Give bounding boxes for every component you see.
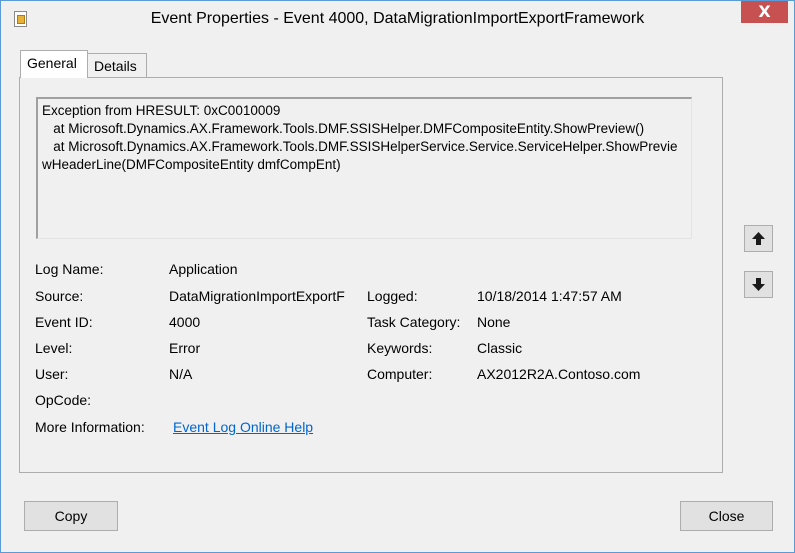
tab-details[interactable]: Details	[87, 53, 147, 79]
log-name-value: Application	[169, 261, 238, 277]
computer-value: AX2012R2A.Contoso.com	[477, 366, 641, 382]
event-description[interactable]: Exception from HRESULT: 0xC0010009 at Mi…	[36, 97, 692, 239]
more-info-label: More Information:	[35, 419, 145, 435]
keywords-label: Keywords:	[367, 340, 433, 356]
source-value: DataMigrationImportExportF	[169, 288, 345, 304]
title-bar: Event Properties - Event 4000, DataMigra…	[1, 1, 794, 37]
event-id-label: Event ID:	[35, 314, 93, 330]
close-window-button[interactable]: X	[741, 1, 788, 23]
level-value: Error	[169, 340, 201, 356]
event-log-help-link[interactable]: Event Log Online Help	[173, 419, 313, 435]
opcode-label: OpCode:	[35, 392, 92, 408]
logged-label: Logged:	[367, 288, 418, 304]
task-category-value: None	[477, 314, 511, 330]
task-category-label: Task Category:	[367, 314, 461, 330]
arrow-down-icon	[752, 278, 765, 291]
arrow-up-icon	[752, 232, 765, 245]
window-title: Event Properties - Event 4000, DataMigra…	[150, 10, 645, 27]
tab-general[interactable]: General	[20, 50, 88, 78]
next-event-button[interactable]	[744, 271, 773, 298]
user-value: N/A	[169, 366, 193, 382]
event-properties-window: Event Properties - Event 4000, DataMigra…	[0, 0, 795, 553]
copy-button[interactable]: Copy	[24, 501, 118, 531]
close-button[interactable]: Close	[680, 501, 773, 531]
computer-label: Computer:	[367, 366, 433, 382]
event-id-value: 4000	[169, 314, 201, 330]
source-label: Source:	[35, 288, 84, 304]
keywords-value: Classic	[477, 340, 523, 356]
logged-value: 10/18/2014 1:47:57 AM	[477, 288, 622, 304]
log-name-label: Log Name:	[35, 261, 104, 277]
user-label: User:	[35, 366, 69, 382]
previous-event-button[interactable]	[744, 225, 773, 252]
level-label: Level:	[35, 340, 73, 356]
